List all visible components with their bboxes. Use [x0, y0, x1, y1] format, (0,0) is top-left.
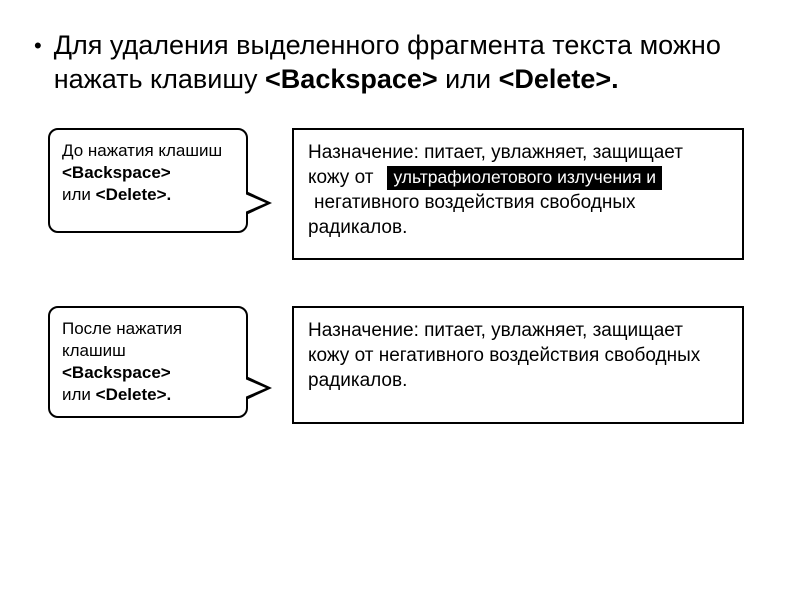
speech-tail-icon — [246, 191, 272, 217]
after-row: После нажатия клашиш <Backspace> или <De… — [0, 306, 800, 424]
speech-before-text: До нажатия клашиш — [62, 141, 222, 160]
speech-before-key1: <Backspace> — [62, 163, 171, 182]
headline-row: • Для удаления выделенного фрагмента тек… — [0, 0, 800, 96]
box1-after-text: негативного воздействия свободных радика… — [308, 192, 636, 238]
speech-tail-icon — [246, 376, 272, 402]
headline-key2: <Delete>. — [499, 64, 619, 94]
speech-before: До нажатия клашиш <Backspace> или <Delet… — [48, 128, 248, 233]
example-before-box: Назначение: питает, увлажняет, защищает … — [292, 128, 744, 260]
speech-after-or: или — [62, 385, 96, 404]
highlighted-selection: ультрафиолетового излучения и — [387, 166, 662, 190]
speech-before-or: или — [62, 185, 96, 204]
headline-text: Для удаления выделенного фрагмента текст… — [54, 28, 778, 96]
headline-part2: или — [438, 64, 499, 94]
speech-after: После нажатия клашиш <Backspace> или <De… — [48, 306, 248, 418]
bullet-icon: • — [34, 28, 42, 64]
before-row: До нажатия клашиш <Backspace> или <Delet… — [0, 128, 800, 260]
speech-after-key2: <Delete>. — [96, 385, 172, 404]
speech-before-key2: <Delete>. — [96, 185, 172, 204]
speech-after-text: После нажатия клашиш — [62, 319, 182, 360]
box2-text: Назначение: питает, увлажняет, защищает … — [308, 320, 700, 391]
headline-key1: <Backspace> — [265, 64, 438, 94]
example-after-box: Назначение: питает, увлажняет, защищает … — [292, 306, 744, 424]
speech-after-key1: <Backspace> — [62, 363, 171, 382]
